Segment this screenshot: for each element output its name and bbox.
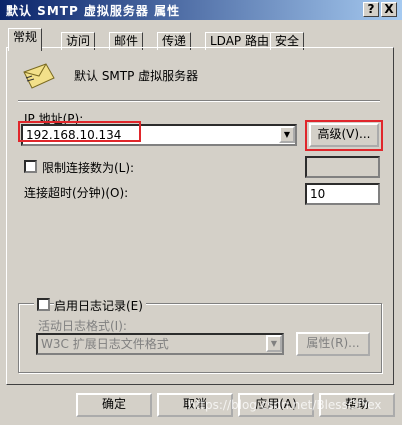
- log-format-dropdown-button[interactable]: ▼: [266, 335, 282, 352]
- title-bar: 默认 SMTP 虚拟服务器 属性 ? X: [0, 0, 402, 20]
- chevron-down-icon: ▼: [283, 130, 291, 139]
- ip-dropdown-button[interactable]: ▼: [279, 126, 295, 143]
- close-title-button[interactable]: X: [381, 2, 397, 17]
- enable-logging-checkbox[interactable]: [37, 298, 50, 311]
- advanced-highlight-box: [305, 120, 383, 151]
- server-name: 默认 SMTP 虚拟服务器: [74, 69, 199, 83]
- logging-legend: 启用日志记录(E): [34, 297, 146, 314]
- limit-connections-label: 限制连接数为(L):: [42, 161, 135, 175]
- log-format-label: 活动日志格式(I):: [38, 319, 127, 333]
- connection-timeout-input[interactable]: 10: [305, 183, 380, 205]
- ip-highlight-box: [18, 121, 141, 142]
- help-title-button[interactable]: ?: [363, 2, 379, 17]
- chevron-down-icon: ▼: [270, 339, 278, 348]
- log-format-select[interactable]: W3C 扩展日志文件格式: [36, 333, 284, 355]
- smtp-server-icon: [23, 63, 55, 89]
- limit-connections-checkbox[interactable]: [24, 160, 37, 173]
- limit-connections-input[interactable]: [305, 156, 380, 178]
- watermark-text: https://blog.csdn.net/BlessOfYex: [188, 398, 382, 412]
- connection-timeout-label: 连接超时(分钟)(O):: [24, 186, 129, 200]
- separator: [18, 100, 380, 102]
- window-title: 默认 SMTP 虚拟服务器 属性: [6, 4, 181, 18]
- tab-general[interactable]: 常规: [8, 28, 43, 51]
- log-properties-button[interactable]: 属性(R)...: [296, 332, 370, 356]
- ok-button[interactable]: 确定: [76, 393, 152, 417]
- enable-logging-label: 启用日志记录(E): [54, 297, 146, 314]
